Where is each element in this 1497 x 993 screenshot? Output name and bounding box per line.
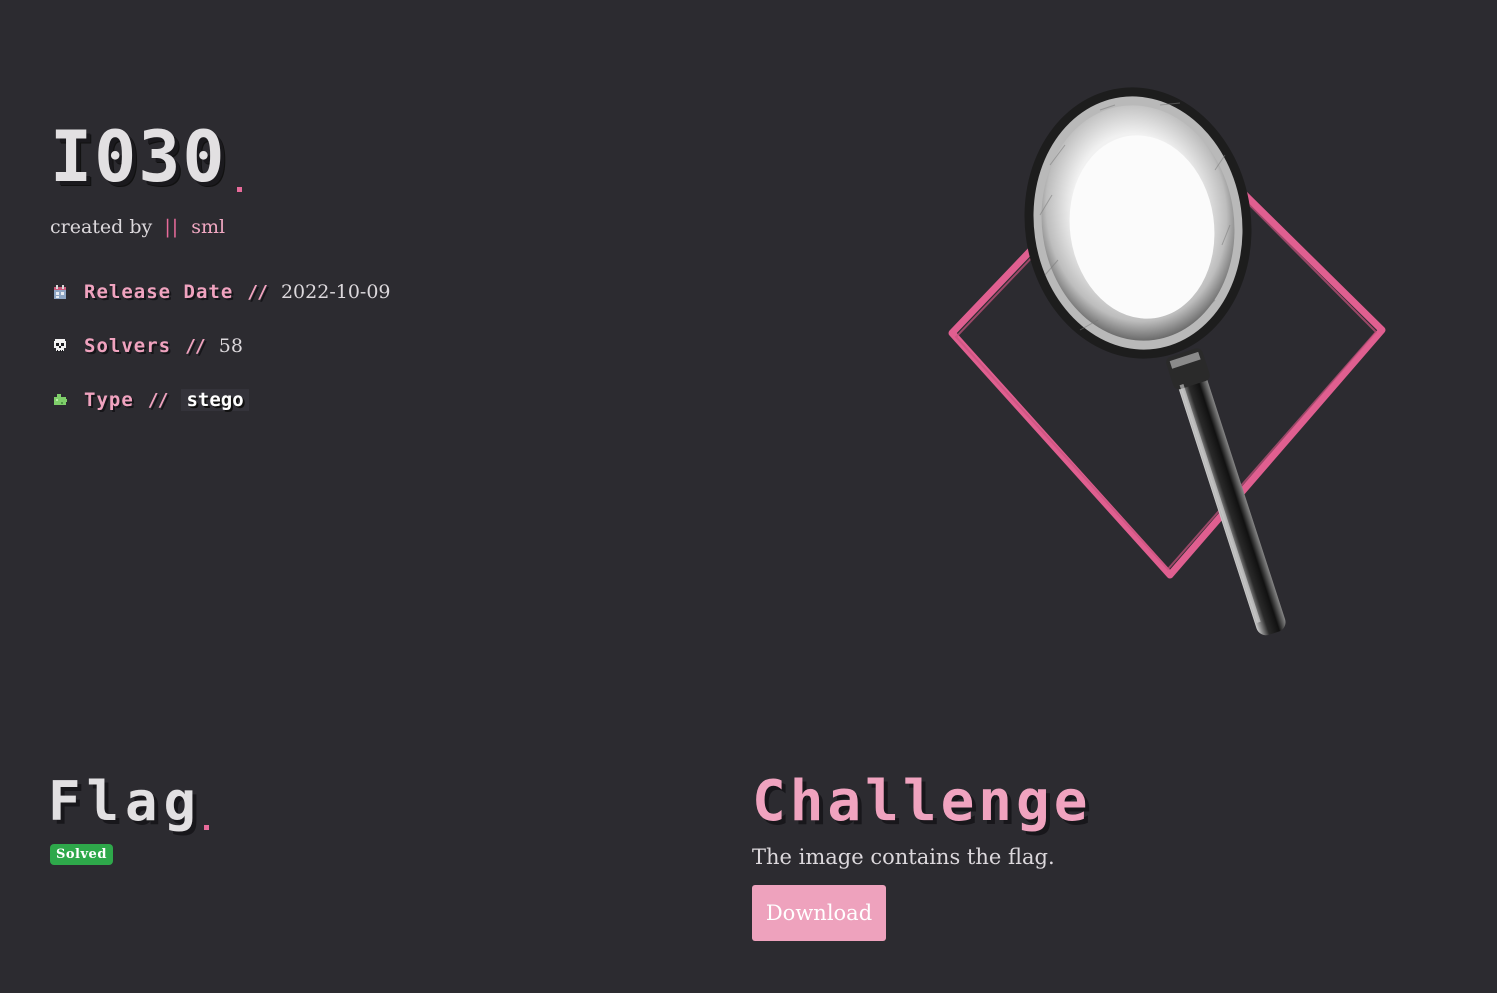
flag-heading: Flag	[48, 770, 203, 833]
solvers-label: Solvers	[84, 335, 172, 357]
solvers-separator: //	[185, 335, 206, 357]
title-accent-dot	[236, 187, 242, 192]
type-row: Type // stego	[50, 389, 249, 411]
created-by-label: created by	[50, 216, 153, 238]
challenge-title: I030	[50, 116, 227, 198]
author-name: sml	[191, 216, 226, 238]
created-by-separator: ||	[164, 216, 180, 238]
solvers-row: Solvers // 58	[50, 335, 243, 357]
release-date-value: 2022-10-09	[280, 281, 391, 303]
release-date-row: Release Date // 2022-10-09	[50, 281, 391, 303]
release-date-separator: //	[247, 281, 268, 303]
type-separator: //	[147, 389, 169, 411]
challenge-description: The image contains the flag.	[752, 845, 1055, 869]
puzzle-icon	[50, 390, 70, 410]
release-date-label: Release Date	[84, 281, 234, 303]
download-button[interactable]: Download	[752, 885, 886, 941]
challenge-title-block: I030	[50, 118, 242, 196]
challenge-heading: Challenge	[752, 769, 1092, 834]
type-tag: stego	[181, 389, 249, 411]
created-by-line: created by || sml	[50, 216, 225, 238]
flag-heading-block: Flag	[48, 770, 210, 834]
calendar-icon	[50, 282, 70, 302]
flag-accent-dot	[204, 825, 210, 830]
skull-icon	[50, 336, 70, 356]
solved-badge: Solved	[50, 844, 113, 865]
solvers-count: 58	[218, 335, 243, 357]
type-label: Type	[84, 389, 134, 411]
magnifying-glass-icon	[930, 75, 1400, 645]
